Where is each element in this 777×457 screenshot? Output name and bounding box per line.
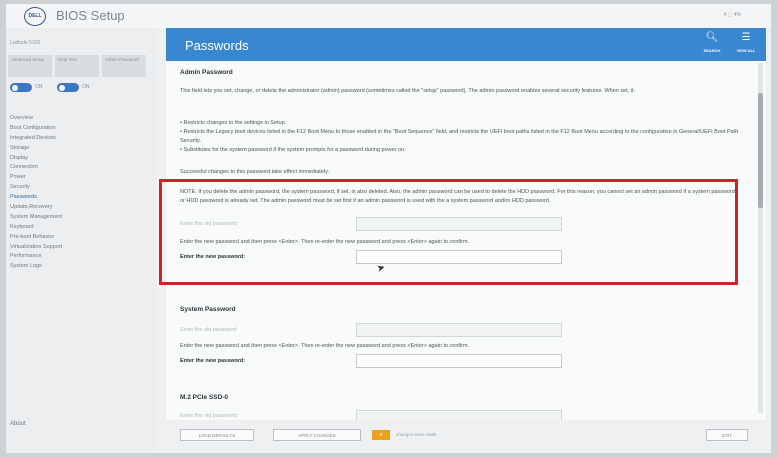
sidebar-item-performance[interactable]: Performance: [10, 252, 62, 262]
system-new-password-label: Enter the new password:: [180, 358, 246, 364]
search-label: SEARCH: [703, 48, 721, 53]
system-old-password-input[interactable]: [356, 323, 562, 337]
admin-password-note: NOTE: If you delete the admin password, …: [180, 189, 735, 204]
toggle-label: ON: [82, 84, 90, 90]
sidebar-item-system-management[interactable]: System Management: [10, 213, 62, 223]
scrollbar-thumb[interactable]: [758, 93, 763, 208]
footer-bar: LOAD DEFAULTS APPLY CHANGES 0 changes we…: [166, 420, 766, 453]
sidebar-item-pre-boot-behavior[interactable]: Pre-boot Behavior: [10, 233, 62, 243]
admin-new-password-label: Enter the new password:: [180, 254, 246, 260]
ssd-old-password-input[interactable]: [356, 410, 562, 420]
view-all-label: VIEW ALL: [736, 48, 756, 53]
changes-count-badge: 0: [372, 430, 390, 440]
system-password-instructions: Enter the new password and then press <E…: [180, 343, 470, 349]
main-panel: Passwords 🔍︎ SEARCH ☰ VIEW ALL Admin Pas…: [166, 28, 766, 420]
sidebar-item-integrated-devices[interactable]: Integrated Devices: [10, 134, 62, 144]
top-bar: DELL BIOS Setup 4 ⬚ 4%: [6, 4, 771, 28]
admin-password-description: This field lets you set, change, or dele…: [180, 88, 636, 94]
section-title-m2-ssd: M.2 PCIe SSD-0: [180, 394, 229, 401]
bullet-item: Restricts the Legacy boot devices listed…: [180, 128, 740, 146]
toggle-label: ON: [35, 84, 43, 90]
search-button[interactable]: 🔍︎ SEARCH: [697, 32, 727, 53]
sidebar-item-about[interactable]: About: [10, 421, 26, 427]
system-new-password-input[interactable]: [356, 354, 562, 368]
status-indicators: 4 ⬚ 4%: [723, 12, 741, 18]
bullet-item: Substitutes for the system password if t…: [180, 146, 740, 155]
page-header: Passwords 🔍︎ SEARCH ☰ VIEW ALL: [166, 28, 766, 61]
app-title: BIOS Setup: [56, 8, 125, 23]
bullet-item: Restricts changes to the settings in Set…: [180, 119, 740, 128]
sidebar-item-overview[interactable]: Overview: [10, 114, 62, 124]
sidebar-item-connection[interactable]: Connection: [10, 163, 62, 173]
exit-button[interactable]: EXIT: [706, 429, 748, 441]
search-icon: 🔍︎: [705, 32, 719, 43]
sidebar-nav: Overview Boot Configuration Integrated D…: [10, 114, 62, 272]
ssd-old-password-label: Enter the old password:: [180, 413, 238, 419]
scrollbar[interactable]: [758, 63, 763, 413]
success-note: Successful changes to this password take…: [180, 169, 329, 175]
admin-password-bullets: Restricts changes to the settings in Set…: [180, 119, 740, 155]
card-help-text[interactable]: Help Text: [55, 55, 99, 77]
admin-new-password-input[interactable]: [356, 250, 562, 264]
view-all-icon: ☰: [741, 32, 751, 43]
card-advanced-setup[interactable]: Advanced Setup: [8, 55, 52, 77]
sidebar-item-system-logs[interactable]: System Logs: [10, 262, 62, 272]
changes-count: 0: [379, 432, 383, 437]
admin-password-instructions: Enter the new password and then press <E…: [180, 239, 470, 245]
dell-logo: DELL: [24, 7, 46, 26]
card-admin-password[interactable]: Admin Password: [102, 55, 146, 77]
system-old-password-label: Enter the old password:: [180, 327, 238, 333]
sidebar-item-boot-configuration[interactable]: Boot Configuration: [10, 124, 62, 134]
bios-screen: DELL BIOS Setup 4 ⬚ 4% Latitude 5320 Adv…: [6, 4, 771, 453]
apply-changes-button[interactable]: APPLY CHANGES: [273, 429, 361, 441]
sidebar-item-display[interactable]: Display: [10, 154, 62, 164]
sidebar-item-keyboard[interactable]: Keyboard: [10, 223, 62, 233]
view-all-button[interactable]: ☰ VIEW ALL: [731, 32, 761, 53]
sidebar: Latitude 5320 Advanced Setup Help Text A…: [6, 28, 156, 453]
load-defaults-button[interactable]: LOAD DEFAULTS: [180, 429, 254, 441]
sidebar-item-passwords[interactable]: Passwords: [10, 193, 62, 203]
toggle-advanced-setup[interactable]: [10, 83, 32, 92]
admin-old-password-input[interactable]: [356, 217, 562, 231]
sidebar-item-storage[interactable]: Storage: [10, 144, 62, 154]
changes-status: changes were made: [396, 432, 437, 437]
toggle-help-text[interactable]: [57, 83, 79, 92]
sidebar-item-power[interactable]: Power: [10, 173, 62, 183]
sidebar-item-security[interactable]: Security: [10, 183, 62, 193]
section-title-system-password: System Password: [180, 306, 236, 313]
model-label: Latitude 5320: [10, 40, 41, 46]
page-content: Admin Password This field lets you set, …: [166, 61, 766, 420]
admin-old-password-label: Enter the old password:: [180, 221, 238, 227]
section-title-admin-password: Admin Password: [180, 69, 233, 76]
sidebar-item-update-recovery[interactable]: Update,Recovery: [10, 203, 62, 213]
page-title: Passwords: [185, 38, 249, 53]
sidebar-item-virtualization-support[interactable]: Virtualization Support: [10, 243, 62, 253]
